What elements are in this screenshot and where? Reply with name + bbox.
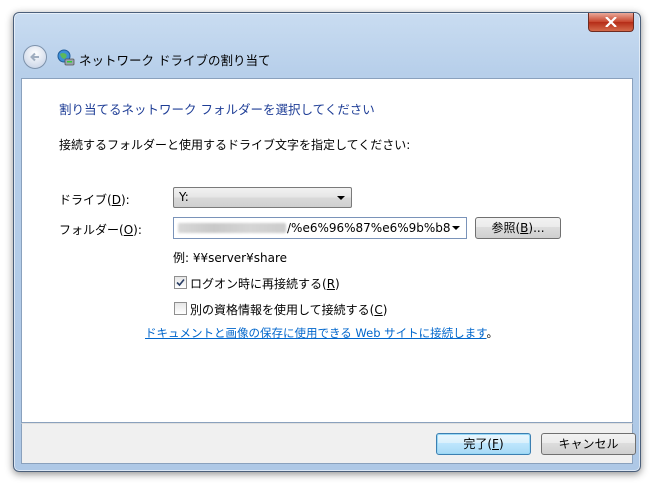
chevron-down-icon[interactable] [452, 226, 460, 230]
subtext: 接続するフォルダーと使用するドライブ文字を指定してください: [59, 138, 411, 152]
main-instruction: 割り当てるネットワーク フォルダーを選択してください [59, 102, 375, 117]
redacted-path [178, 223, 286, 233]
browse-button[interactable]: 参照(B)... [475, 217, 561, 239]
close-icon [605, 17, 617, 27]
drive-select-value: Y: [179, 190, 189, 204]
folder-label: フォルダー(O): [59, 223, 142, 237]
dialog-title: ネットワーク ドライブの割り当て [79, 53, 271, 68]
other-credentials-label[interactable]: 別の資格情報を使用して接続する(C) [190, 301, 387, 318]
finish-button[interactable]: 完了(F) [436, 433, 531, 455]
network-drive-icon [57, 49, 75, 66]
cancel-button[interactable]: キャンセル [541, 433, 636, 455]
other-credentials-checkbox[interactable] [174, 302, 187, 315]
reconnect-label[interactable]: ログオン時に再接続する(R) [190, 275, 340, 292]
drive-select[interactable]: Y: [173, 187, 352, 208]
dialog-footer: 完了(F) キャンセル [21, 423, 636, 464]
map-network-drive-dialog: ネットワーク ドライブの割り当て 割り当てるネットワーク フォルダーを選択してく… [13, 12, 641, 472]
chevron-down-icon [337, 196, 345, 200]
dialog-header: ネットワーク ドライブの割り当て [21, 39, 633, 75]
checkmark-icon [176, 278, 185, 287]
example-text: 例: ¥¥server¥share [173, 251, 288, 265]
folder-input-value: /%e6%96%87%e6%9b%b8 [287, 221, 451, 235]
drive-label: ドライブ(D): [59, 193, 130, 207]
link-suffix: 。 [486, 326, 499, 340]
close-button[interactable] [588, 13, 634, 32]
website-link-row: ドキュメントと画像の保存に使用できる Web サイトに接続します。 [145, 325, 498, 341]
reconnect-checkbox[interactable] [174, 276, 187, 289]
content-panel: 割り当てるネットワーク フォルダーを選択してください 接続するフォルダーと使用す… [21, 78, 633, 423]
back-button[interactable] [23, 45, 47, 69]
back-arrow-icon [30, 52, 39, 62]
folder-input[interactable]: /%e6%96%87%e6%9b%b8 [173, 217, 467, 239]
website-link[interactable]: ドキュメントと画像の保存に使用できる Web サイトに接続します [145, 326, 487, 340]
